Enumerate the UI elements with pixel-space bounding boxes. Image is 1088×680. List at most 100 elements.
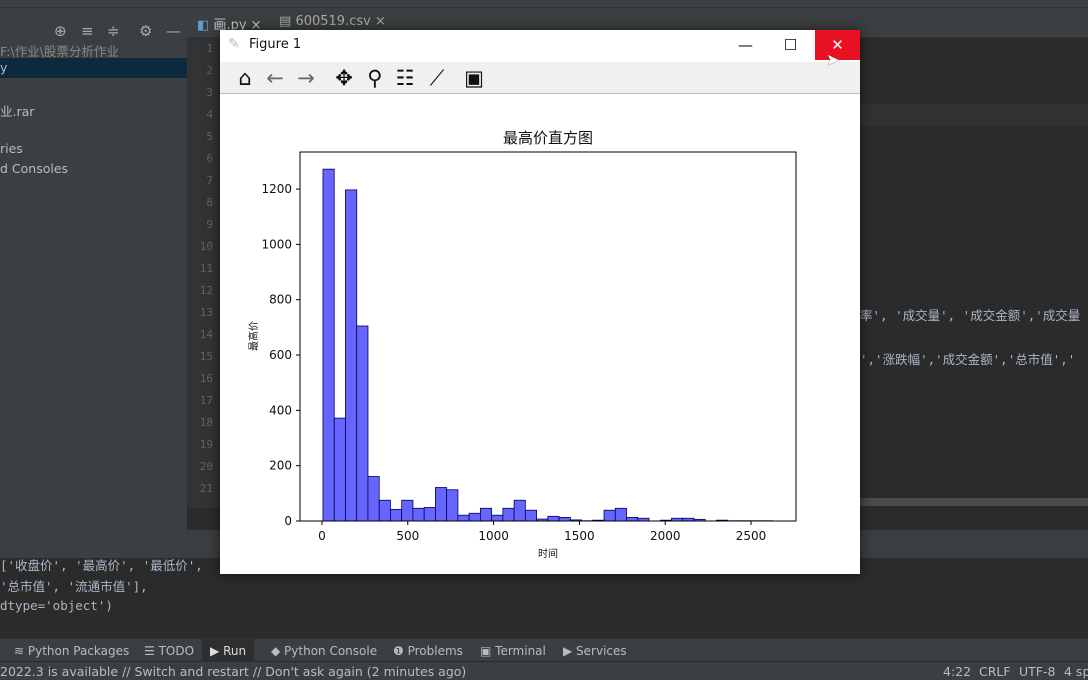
forward-icon[interactable]: → [293,66,319,90]
y-axis-label: 最高价 [247,321,260,351]
line-number: 7 [206,174,213,187]
line-number: 21 [199,482,213,495]
line-number: 12 [199,284,213,297]
histogram-bar [513,499,526,522]
x-tick-label: 2000 [650,529,681,543]
output-line: '总市值', '流通市值'], [0,579,148,594]
line-number: 15 [199,350,213,363]
y-tick-label: 1200 [261,182,292,196]
minimize-button[interactable]: — [723,30,768,60]
label: Terminal [495,644,546,658]
line-number: 17 [199,394,213,407]
status-message[interactable]: 2022.3 is available // Switch and restar… [0,664,466,679]
figure-title: Figure 1 [249,37,302,52]
label: Problems [407,644,463,658]
configure-subplots-icon[interactable]: ☷ [392,66,418,90]
mouse-cursor: ➤ [826,50,840,69]
matplotlib-icon: ✎ [228,36,240,52]
y-tick-label: 600 [269,348,292,362]
label: Services [576,644,627,658]
x-tick-label: 500 [396,529,419,543]
zoom-icon[interactable]: ⚲ [362,66,388,90]
tab-csv[interactable]: ▤ 600519.csv × [279,14,386,29]
histogram-bar [603,509,616,522]
histogram-bar [446,489,459,522]
encoding[interactable]: UTF-8 [1019,664,1055,679]
histogram-bar [367,476,380,522]
save-icon[interactable]: ▣ [461,66,487,90]
run-icon: ▶ [210,644,220,658]
y-tick-label: 1000 [261,237,292,251]
histogram-bar [491,514,504,522]
back-icon[interactable]: ← [262,66,288,90]
horizontal-scrollbar[interactable] [860,498,1088,506]
tab-services[interactable]: ▶ Services [563,644,627,658]
project-toolbar: ⊕ ≡ ≑ ⚙ — [0,8,187,40]
histogram-bar [423,507,436,522]
histogram-bar [457,514,470,522]
figure-toolbar: ⌂ ← → ✥ ⚲ ☷ ⟋ ▣ [220,62,860,94]
tab-python-packages[interactable]: ≋ Python Packages [14,644,129,658]
histogram-bar [356,325,369,522]
tree-item-selected[interactable]: y [0,58,187,78]
chart-title: 最高价直方图 [503,129,593,147]
line-gutter: 1 2 3 4 5 6 7 8 9 10 11 12 13 14 15 16 17 18 19 20 21 [187,38,223,508]
x-tick-label: 2500 [736,529,767,543]
line-number: 3 [206,86,213,99]
label: TODO [158,644,195,658]
tree-item-consoles[interactable]: d Consoles [0,161,68,176]
tree-item-rar[interactable]: 业.rar [0,101,34,120]
line-number: 4 [206,108,213,121]
line-number: 13 [199,306,213,319]
tab-problems[interactable]: ❶ Problems [393,644,463,658]
home-icon[interactable]: ⌂ [232,66,258,90]
tab-python-console[interactable]: ◆ Python Console [271,644,377,658]
file-icon: ▤ [279,14,292,29]
code-line-13[interactable]: 率', '成交量', '成交金额','成交量 [860,305,1080,324]
tab-todo[interactable]: ☰ TODO [144,644,194,658]
line-number: 20 [199,460,213,473]
line-separator[interactable]: CRLF [979,664,1011,679]
line-number: 11 [199,262,213,275]
line-number: 14 [199,328,213,341]
histogram-bar [626,517,639,522]
figure-titlebar: ✎ Figure 1 — ☐ ✕ [220,30,860,62]
cursor-position[interactable]: 4:22 [943,664,971,679]
histogram-chart: 最高价直方图 0 500 1000 1500 2000 2500 0 200 400 600 800… [247,129,797,560]
status-bar: 2022.3 is available // Switch and restar… [0,661,1088,680]
line-number: 2 [206,64,213,77]
label: Python Console [284,644,378,658]
pan-icon[interactable]: ✥ [331,66,357,90]
edit-axis-icon[interactable]: ⟋ [424,66,450,91]
tree-item-libraries[interactable]: ries [0,141,23,156]
y-tick-label: 800 [269,293,292,307]
line-number: 19 [199,438,213,451]
maximize-button[interactable]: ☐ [768,30,813,60]
line-number: 1 [206,42,213,55]
output-line: dtype='object') [0,598,113,613]
histogram-bar [345,189,358,522]
line-number: 8 [206,196,213,209]
histogram-bar [390,508,403,522]
histogram-bar [333,417,346,522]
tab-terminal[interactable]: ▣ Terminal [480,644,546,658]
current-line-highlight [860,104,1088,126]
code-line-15[interactable]: ','涨跌幅','成交金额','总市值',' [860,349,1075,368]
line-number: 6 [206,152,213,165]
title-bar [0,0,1088,8]
histogram-bar [468,512,481,522]
x-axis-label: 时间 [538,547,558,560]
label: Python Packages [27,644,130,658]
output-line: ['收盘价', '最高价', '最低价', [0,558,203,573]
line-number: 10 [199,240,213,253]
tool-window-tabs: ≋ Python Packages ☰ TODO ▶ Run ◆ Python … [0,638,1088,661]
line-number: 5 [206,130,213,143]
histogram-bar [412,507,425,522]
histogram-bar [479,507,493,522]
tab-run[interactable]: ▶ Run [202,639,255,661]
histogram-bar [401,499,414,522]
histogram-bar [558,517,571,522]
indent[interactable]: 4 sp [1064,664,1088,679]
x-tick-label: 1500 [564,529,595,543]
y-tick-label: 0 [284,514,292,528]
